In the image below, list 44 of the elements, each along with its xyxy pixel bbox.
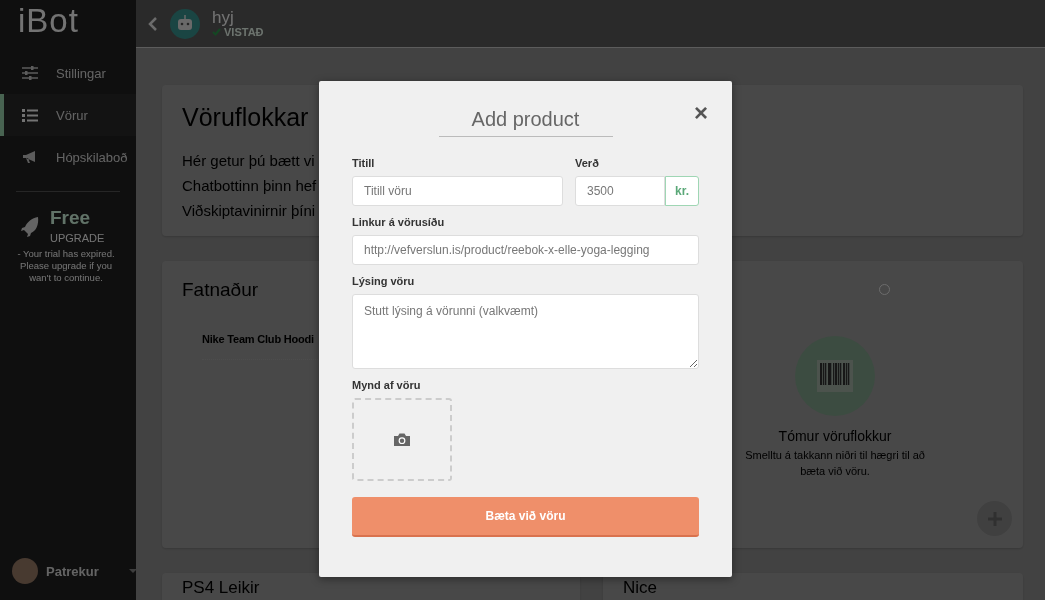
- field-label: Verð: [575, 157, 600, 169]
- description-field[interactable]: Stutt lýsing á vörunni (valkvæmt): [352, 294, 699, 369]
- image-upload[interactable]: [352, 398, 452, 481]
- sidebar-item[interactable]: Hópskilaboð: [0, 136, 136, 178]
- empty-title: Tómur vöruflokkur: [778, 428, 892, 444]
- page-title: Vöruflokkar: [182, 103, 309, 132]
- category-title: PS4 Leikir: [182, 578, 260, 597]
- user-name[interactable]: Patrekur: [46, 563, 99, 579]
- robot-avatar-icon: [170, 8, 200, 39]
- bot-name: hyj: [212, 9, 235, 26]
- submit-button[interactable]: Bæta við vöru: [352, 497, 699, 537]
- empty-text: Smelltu á takkann niðri til hægri til að bæta við vöru.: [744, 448, 926, 479]
- camera-icon: [393, 432, 411, 447]
- app-logo: iBot: [17, 1, 79, 41]
- category-title: Nice: [623, 578, 657, 597]
- add-button[interactable]: [977, 501, 1012, 536]
- megaphone-icon: [22, 150, 38, 164]
- field-label: Mynd af vöru: [352, 379, 422, 391]
- trial-message: - Your trial has expired. Please upgrade if you wan't to continue.: [16, 247, 116, 284]
- barcode-icon: [817, 360, 853, 392]
- plan-name: Free: [50, 208, 92, 228]
- field-label: Titill: [352, 157, 376, 169]
- input-field[interactable]: http://vefverslun.is/product/reebok-x-elle-yoga-legging: [352, 235, 699, 265]
- user-avatar: [12, 558, 38, 584]
- close-button[interactable]: ×: [694, 101, 708, 125]
- intro-text: Viðskiptavinirnir þíni: [182, 201, 316, 221]
- input-field[interactable]: Titill vöru: [352, 176, 563, 206]
- save-status: VISTAÐ: [224, 25, 264, 38]
- currency-unit: kr.: [665, 176, 699, 206]
- intro-text: Chatbottinn þinn hef: [182, 176, 317, 196]
- price-field[interactable]: 3500: [575, 176, 665, 206]
- field-label: Linkur á vörusíðu: [352, 216, 446, 228]
- rocket-icon: [20, 216, 40, 238]
- back-icon[interactable]: [148, 16, 158, 31]
- intro-text: Hér getur þú bætt vi: [182, 151, 315, 171]
- category-title: Fatnaður: [182, 279, 259, 301]
- modal-title: Add product: [438, 108, 613, 137]
- sliders-icon: [22, 66, 38, 80]
- sidebar-item[interactable]: Vörur: [0, 94, 136, 136]
- sidebar-item[interactable]: Stillingar: [0, 52, 136, 94]
- list-icon: [22, 108, 38, 122]
- check-icon: [212, 27, 221, 36]
- field-label: Lýsing vöru: [352, 275, 416, 287]
- upgrade-link[interactable]: UPGRADE: [50, 232, 105, 244]
